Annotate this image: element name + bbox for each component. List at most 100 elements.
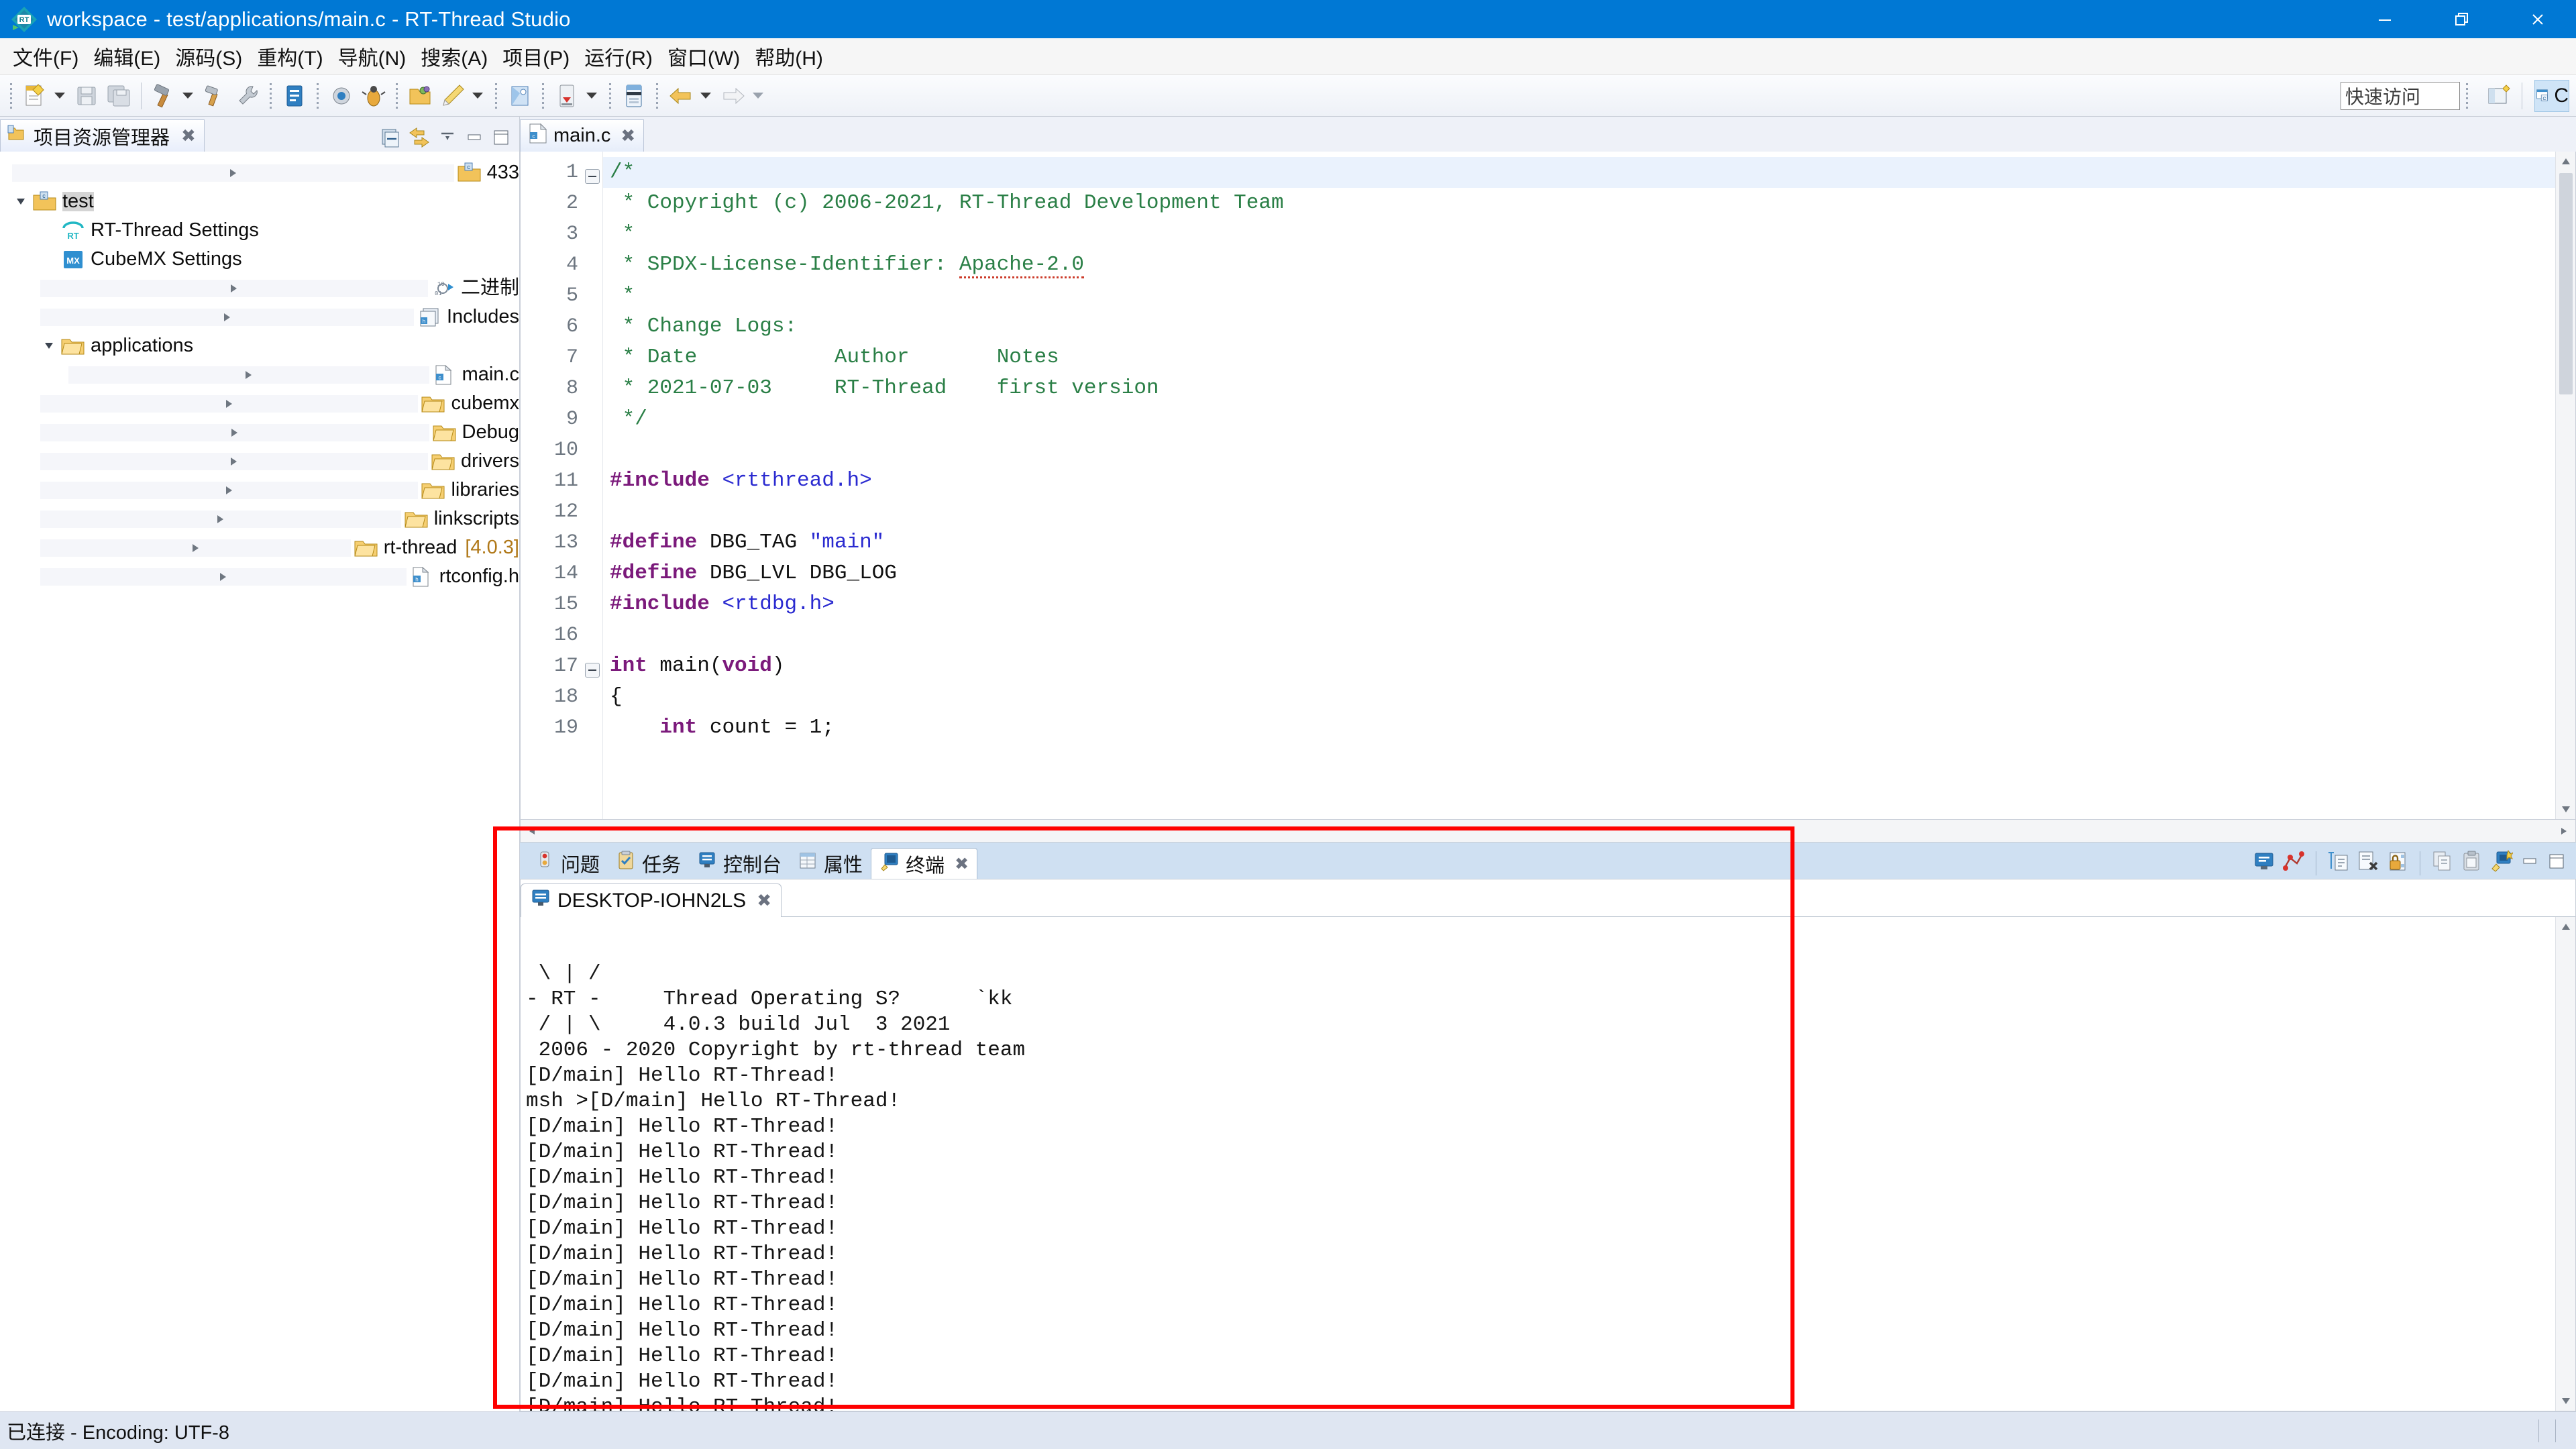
chevron-right-icon[interactable] bbox=[40, 394, 419, 413]
new-terminal-icon[interactable] bbox=[2327, 850, 2350, 876]
close-icon[interactable] bbox=[2500, 0, 2576, 38]
code-line[interactable] bbox=[603, 435, 2555, 466]
menu-window[interactable]: 窗口(W) bbox=[660, 39, 747, 74]
menu-refactor[interactable]: 重构(T) bbox=[250, 39, 330, 74]
code-line[interactable] bbox=[603, 620, 2555, 651]
minimize-icon[interactable] bbox=[2347, 0, 2423, 38]
menu-source[interactable]: 源码(S) bbox=[168, 39, 250, 74]
menu-edit[interactable]: 编辑(E) bbox=[86, 39, 168, 74]
open-terminal-icon[interactable] bbox=[2253, 850, 2275, 876]
save-all-icon[interactable] bbox=[105, 80, 134, 111]
package-icon[interactable] bbox=[505, 80, 535, 111]
view-menu-icon[interactable] bbox=[437, 127, 458, 151]
close-icon[interactable]: ✖ bbox=[181, 125, 196, 146]
code-line[interactable]: */ bbox=[603, 404, 2555, 435]
quick-access-input[interactable]: 快速访问 bbox=[2341, 82, 2460, 110]
link-editor-icon[interactable] bbox=[408, 127, 431, 152]
close-icon[interactable]: ✖ bbox=[955, 854, 969, 874]
paste-icon[interactable] bbox=[2461, 850, 2483, 876]
arrow-left-icon[interactable] bbox=[666, 80, 696, 111]
chevron-right-icon[interactable] bbox=[40, 452, 428, 470]
code-line[interactable]: #define DBG_LVL DBG_LOG bbox=[603, 558, 2555, 589]
tree-item-test[interactable]: c test bbox=[0, 187, 519, 216]
lock-icon[interactable] bbox=[2386, 850, 2409, 876]
tab-tasks[interactable]: 任务 bbox=[608, 848, 689, 879]
tree-item-rt-thread[interactable]: rt-thread [4.0.3] bbox=[0, 533, 519, 562]
tab-main-c[interactable]: c main.c ✖ bbox=[520, 119, 645, 152]
code-line[interactable]: * 2021-07-03 RT-Thread first version bbox=[603, 373, 2555, 404]
tab-problems[interactable]: 问题 bbox=[527, 848, 608, 879]
code-line[interactable]: #define DBG_TAG "main" bbox=[603, 527, 2555, 558]
scroll-right-icon[interactable] bbox=[2553, 821, 2575, 841]
toolbar-grip-7[interactable] bbox=[607, 82, 614, 110]
tree-item-cubemx[interactable]: cubemx bbox=[0, 389, 519, 418]
download-arrow-icon[interactable] bbox=[552, 80, 582, 111]
toolbar-grip-9[interactable] bbox=[2464, 82, 2471, 110]
terminal-vertical-scrollbar[interactable] bbox=[2555, 917, 2575, 1411]
wrench-icon[interactable] bbox=[233, 80, 262, 111]
open-perspective-icon[interactable] bbox=[2481, 80, 2516, 112]
fold-column[interactable] bbox=[585, 152, 602, 819]
minimize-icon[interactable] bbox=[2520, 851, 2540, 875]
tree-item-rtconfig.h[interactable]: h rtconfig.h bbox=[0, 562, 519, 591]
pin-terminal-icon[interactable] bbox=[2282, 850, 2305, 876]
menu-run[interactable]: 运行(R) bbox=[577, 39, 660, 74]
copy-icon[interactable] bbox=[2431, 850, 2454, 876]
menu-search[interactable]: 搜索(A) bbox=[413, 39, 495, 74]
close-icon[interactable]: ✖ bbox=[621, 125, 635, 146]
code-text-area[interactable]: /* * Copyright (c) 2006-2021, RT-Thread … bbox=[602, 152, 2555, 819]
new-file-dropdown-icon[interactable] bbox=[51, 80, 68, 111]
tree-item-433[interactable]: c 433 bbox=[0, 158, 519, 187]
hammer-icon[interactable] bbox=[148, 80, 178, 111]
chevron-right-icon[interactable] bbox=[40, 539, 351, 557]
chevron-right-icon[interactable] bbox=[40, 279, 428, 297]
scroll-down-icon[interactable] bbox=[2556, 1391, 2576, 1411]
terminal-session-tab[interactable]: DESKTOP-IOHN2LS ✖ bbox=[521, 883, 782, 917]
code-line[interactable]: #include <rtdbg.h> bbox=[603, 589, 2555, 620]
hammer-wrench-icon[interactable] bbox=[201, 80, 230, 111]
toolbar-grip-3[interactable] bbox=[315, 82, 321, 110]
tab-properties[interactable]: 属性 bbox=[790, 848, 871, 879]
tree-item-linkscripts[interactable]: linkscripts bbox=[0, 504, 519, 533]
toolbar-grip-5[interactable] bbox=[493, 82, 500, 110]
back-dropdown-icon[interactable] bbox=[697, 80, 714, 111]
debug-bug-icon[interactable] bbox=[359, 80, 388, 111]
chevron-down-icon[interactable] bbox=[40, 337, 58, 355]
chevron-right-icon[interactable] bbox=[68, 366, 429, 384]
chevron-right-icon[interactable] bbox=[40, 510, 401, 528]
arrow-right-icon[interactable] bbox=[718, 80, 748, 111]
tab-console[interactable]: 控制台 bbox=[689, 848, 790, 879]
menu-file[interactable]: 文件(F) bbox=[5, 39, 86, 74]
build-dropdown-icon[interactable] bbox=[179, 80, 197, 111]
code-line[interactable]: /* bbox=[603, 157, 2555, 188]
terminal-output[interactable]: \ | / - RT - Thread Operating S? `kk / | … bbox=[521, 917, 2555, 1411]
scroll-up-icon[interactable] bbox=[2556, 917, 2576, 937]
tree-item-libraries[interactable]: libraries bbox=[0, 476, 519, 504]
editor-horizontal-scrollbar[interactable] bbox=[520, 820, 2576, 843]
editor-vertical-scrollbar[interactable] bbox=[2555, 152, 2575, 819]
gear-icon[interactable] bbox=[327, 80, 356, 111]
tree-item-applications[interactable]: applications bbox=[0, 331, 519, 360]
code-editor[interactable]: 1 2 3 4 5 6 7 8 9 10 11 12 13 14 15 16 17 18 19 /* * Copyr… bbox=[520, 152, 2576, 820]
toolbar-grip[interactable] bbox=[8, 82, 15, 110]
restore-icon[interactable] bbox=[2423, 0, 2500, 38]
terminal-icon[interactable] bbox=[280, 80, 309, 111]
tree-item-Includes[interactable]: h Includes bbox=[0, 303, 519, 331]
tree-item-CubeMXSettings[interactable]: MX CubeMX Settings bbox=[0, 245, 519, 274]
flash-dropdown-icon[interactable] bbox=[469, 80, 486, 111]
minimize-icon[interactable] bbox=[464, 127, 484, 151]
c-perspective-icon[interactable]: C C bbox=[2534, 80, 2569, 112]
fold-toggle-icon[interactable] bbox=[585, 651, 602, 682]
chevron-right-icon[interactable] bbox=[40, 568, 407, 586]
toolbar-grip-4[interactable] bbox=[394, 82, 400, 110]
forward-dropdown-icon[interactable] bbox=[749, 80, 767, 111]
code-line[interactable] bbox=[603, 496, 2555, 527]
tree-item-Debug[interactable]: Debug bbox=[0, 418, 519, 447]
scrollbar-thumb[interactable] bbox=[2559, 173, 2573, 394]
chevron-down-icon[interactable] bbox=[12, 193, 30, 211]
code-line[interactable]: * Date Author Notes bbox=[603, 342, 2555, 373]
code-line[interactable]: int count = 1; bbox=[603, 712, 2555, 743]
pencil-icon[interactable] bbox=[438, 80, 468, 111]
code-line[interactable]: * Change Logs: bbox=[603, 311, 2555, 342]
toolbar-grip-6[interactable] bbox=[540, 82, 547, 110]
